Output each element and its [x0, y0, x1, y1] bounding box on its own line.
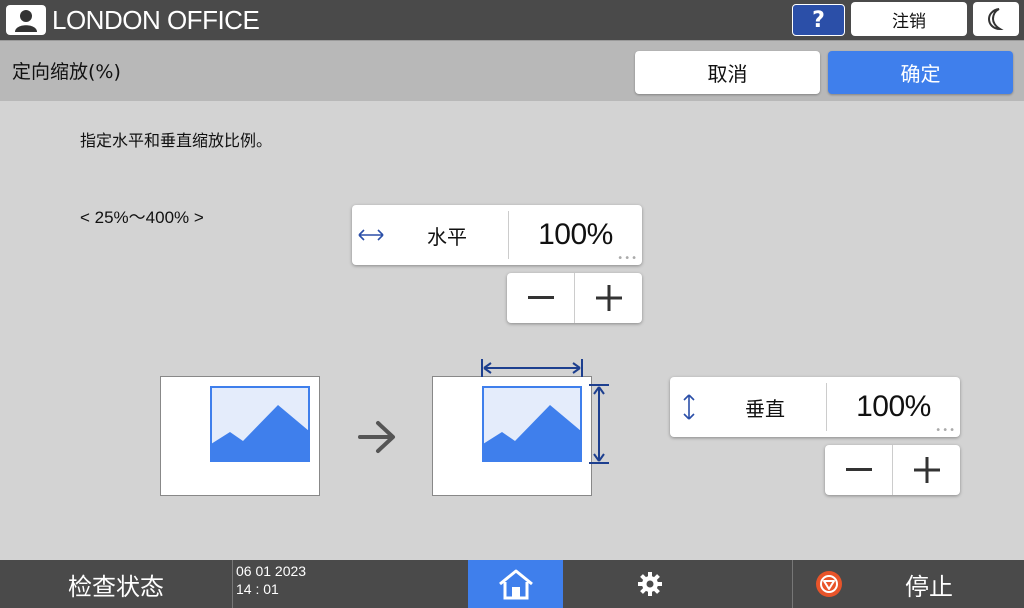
horizontal-dimension-icon: [481, 359, 583, 377]
vertical-dimension-icon: [589, 384, 609, 464]
datetime: 06 01 2023 14 : 01: [236, 562, 306, 598]
top-bar: LONDON OFFICE ? 注销: [0, 0, 1024, 40]
minus-icon: [527, 296, 554, 299]
plus-icon: [913, 457, 940, 483]
horizontal-minus-button[interactable]: [507, 273, 574, 323]
more-icon: •••: [617, 253, 638, 264]
instruction-text: 指定水平和垂直缩放比例。: [80, 131, 273, 150]
vertical-plus-button[interactable]: [893, 445, 960, 495]
logout-button[interactable]: 注销: [851, 2, 967, 36]
bottom-bar: 检查状态 06 01 2023 14 : 01 停止: [0, 560, 1024, 608]
plus-icon: [595, 285, 622, 311]
vertical-minus-button[interactable]: [825, 445, 892, 495]
minus-icon: [845, 468, 872, 471]
help-button[interactable]: ?: [792, 4, 845, 36]
title-bar: 定向缩放(%) 取消 确定: [0, 40, 1024, 101]
image-icon: [482, 386, 582, 462]
date: 06 01 2023: [236, 563, 307, 579]
horizontal-field[interactable]: 水平 100% •••: [352, 205, 642, 265]
range-text: < 25%〜400% >: [80, 208, 204, 227]
scaled-paper-illustration: [432, 376, 592, 496]
vertical-arrows-icon: [674, 377, 704, 437]
stop-icon: [816, 571, 842, 597]
stop-button[interactable]: 停止: [793, 560, 1024, 608]
original-paper-illustration: [160, 376, 320, 496]
energy-saver-button[interactable]: [973, 2, 1019, 36]
vertical-field[interactable]: 垂直 100% •••: [670, 377, 960, 437]
check-status-button[interactable]: 检查状态: [0, 560, 232, 608]
divider: [232, 560, 233, 608]
horizontal-plus-button[interactable]: [575, 273, 642, 323]
page-title: 定向缩放(%): [12, 61, 121, 83]
more-icon: •••: [935, 425, 956, 436]
time: 14 : 01: [236, 581, 279, 597]
horizontal-arrows-icon: [356, 205, 386, 265]
vertical-label: 垂直: [745, 396, 785, 421]
stop-label: 停止: [905, 572, 953, 601]
vertical-stepper: [825, 445, 960, 495]
home-button[interactable]: [468, 560, 563, 608]
gear-icon: [638, 572, 662, 596]
horizontal-label: 水平: [427, 224, 467, 249]
ok-button[interactable]: 确定: [828, 51, 1013, 94]
cancel-button[interactable]: 取消: [635, 51, 820, 94]
home-icon: [498, 569, 533, 600]
image-icon: [210, 386, 310, 462]
user-icon[interactable]: [6, 5, 46, 35]
arrow-right-icon: [358, 421, 395, 453]
office-name: LONDON OFFICE: [52, 5, 260, 35]
moon-icon: [987, 8, 1004, 31]
settings-button[interactable]: [610, 560, 690, 608]
horizontal-stepper: [507, 273, 642, 323]
